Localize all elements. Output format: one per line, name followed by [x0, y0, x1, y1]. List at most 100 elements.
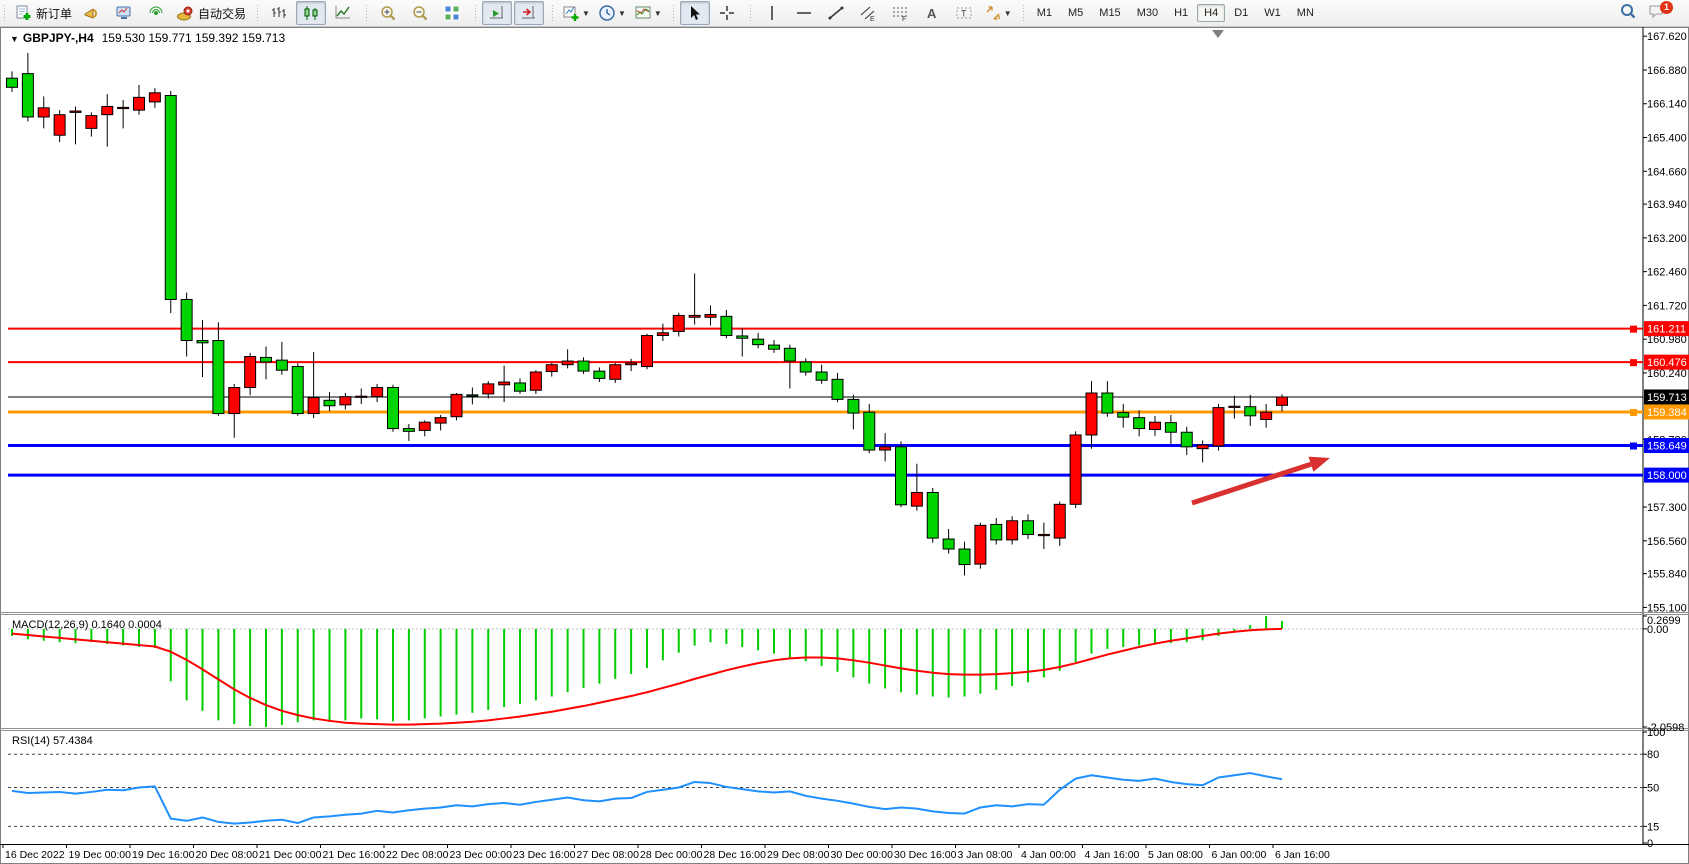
candle-body	[705, 315, 716, 318]
candle-body	[530, 372, 541, 390]
candle-body	[911, 492, 922, 506]
timeframe-button-m30[interactable]: M30	[1130, 4, 1165, 22]
timeframe-button-h4[interactable]: H4	[1197, 4, 1225, 22]
line-handle[interactable]	[1630, 359, 1637, 366]
fibonacci-button[interactable]: F	[885, 1, 915, 25]
candle-body	[896, 447, 907, 505]
candle-body	[737, 336, 748, 338]
macd-indicator-label: MACD(12,26,9) 0.1640 0.0004	[12, 619, 162, 631]
candle-body	[213, 341, 224, 414]
candle-body	[864, 412, 875, 450]
rsi-axis-label: 15	[1647, 821, 1659, 833]
equidistant-channel-icon: E	[859, 4, 877, 22]
cursor-button[interactable]	[680, 1, 710, 25]
candle-body	[419, 422, 430, 430]
tile-windows-button[interactable]	[437, 1, 467, 25]
text-label-icon: T	[955, 4, 973, 22]
candle-body	[816, 372, 827, 380]
collapse-triangle-icon[interactable]: ▼	[10, 34, 19, 44]
timeframe-button-m15[interactable]: M15	[1092, 4, 1127, 22]
time-tick-label: 19 Dec 00:00	[69, 849, 132, 861]
candle-body	[1102, 393, 1113, 413]
candle-body	[784, 348, 795, 361]
candle-body	[292, 367, 303, 414]
timeframe-button-mn[interactable]: MN	[1290, 4, 1321, 22]
timeframe-button-m1[interactable]: M1	[1030, 4, 1059, 22]
equidistant-channel-button[interactable]: E	[853, 1, 883, 25]
price-tick-label: 163.940	[1647, 199, 1687, 211]
auto-trading-button[interactable]: 自动交易	[173, 1, 249, 25]
time-tick-label: 20 Dec 08:00	[196, 849, 259, 861]
timeframe-button-d1[interactable]: D1	[1227, 4, 1255, 22]
zoom-out-button[interactable]	[405, 1, 435, 25]
horizontal-line-button[interactable]	[789, 1, 819, 25]
vertical-line-button[interactable]	[757, 1, 787, 25]
line-handle[interactable]	[1630, 443, 1637, 450]
price-tick-label: 166.140	[1647, 99, 1687, 111]
market-watch-button[interactable]	[109, 1, 139, 25]
text-button[interactable]: A	[917, 1, 947, 25]
zoom-in-button[interactable]	[373, 1, 403, 25]
timeframe-button-h1[interactable]: H1	[1167, 4, 1195, 22]
candle-body	[1118, 413, 1129, 418]
chart-shift-button[interactable]	[514, 1, 544, 25]
candle-body	[1181, 432, 1192, 447]
price-tick-label: 162.460	[1647, 267, 1687, 279]
candle-body	[594, 371, 605, 378]
rsi-indicator-label: RSI(14) 57.4384	[12, 735, 93, 747]
candle-body	[38, 108, 49, 117]
line-chart-button[interactable]	[328, 1, 358, 25]
rsi-axis-label: 0	[1647, 838, 1653, 850]
new-order-button[interactable]: 新订单	[11, 1, 75, 25]
timeframe-button-m5[interactable]: M5	[1061, 4, 1090, 22]
svg-text:T: T	[961, 9, 967, 19]
toolbar-group	[253, 0, 362, 27]
candle-body	[102, 106, 113, 114]
candle-body	[435, 418, 446, 423]
candle-body	[769, 345, 780, 349]
time-tick-label: 16 Dec 2022	[5, 849, 65, 861]
notifications-button[interactable]: 1	[1645, 1, 1682, 25]
candle-body	[118, 107, 129, 108]
candle-body	[483, 384, 494, 394]
market-watch-icon	[115, 4, 133, 22]
candle-body	[1229, 406, 1240, 407]
candle-body	[800, 362, 811, 372]
trendline-icon	[827, 4, 845, 22]
line-handle[interactable]	[1630, 409, 1637, 416]
chart-canvas[interactable]: 167.620166.880166.140165.400164.660163.9…	[0, 27, 1689, 864]
candle-body	[197, 341, 208, 343]
alerts-button[interactable]	[77, 1, 107, 25]
candle-body	[54, 115, 65, 136]
price-label-text: 161.211	[1647, 324, 1686, 336]
zoom-in-icon	[379, 4, 397, 22]
candle-body	[372, 388, 383, 397]
arrows-button[interactable]: ▼	[981, 1, 1015, 25]
chart-symbol-period: GBPJPY-,H4	[23, 31, 94, 45]
timeframe-button-w1[interactable]: W1	[1257, 4, 1288, 22]
candle-body	[848, 399, 859, 413]
line-handle[interactable]	[1630, 326, 1637, 333]
auto-trading-button-label: 自动交易	[198, 5, 246, 22]
auto-scroll-button[interactable]	[482, 1, 512, 25]
text-label-button[interactable]: T	[949, 1, 979, 25]
indicators-button[interactable]: ▼	[559, 1, 593, 25]
templates-button[interactable]: ▼	[631, 1, 665, 25]
periods-button[interactable]: ▼	[595, 1, 629, 25]
candle-body	[927, 492, 938, 538]
candle-body	[22, 74, 33, 117]
horizontal-line-icon	[795, 4, 813, 22]
bar-chart-button[interactable]	[264, 1, 294, 25]
price-tick-label: 165.400	[1647, 133, 1687, 145]
candlestick-chart-button[interactable]	[296, 1, 326, 25]
trendline-button[interactable]	[821, 1, 851, 25]
timeframe-toolbar: M1M5M15M30H1H4D1W1MN	[1019, 0, 1325, 27]
crosshair-icon	[718, 4, 736, 22]
signals-button[interactable]	[141, 1, 171, 25]
candle-body	[610, 365, 621, 380]
crosshair-button[interactable]	[712, 1, 742, 25]
candle-body	[1197, 445, 1208, 449]
candle-body	[562, 361, 573, 365]
price-tick-label: 163.200	[1647, 233, 1687, 245]
search-button[interactable]	[1613, 1, 1643, 25]
